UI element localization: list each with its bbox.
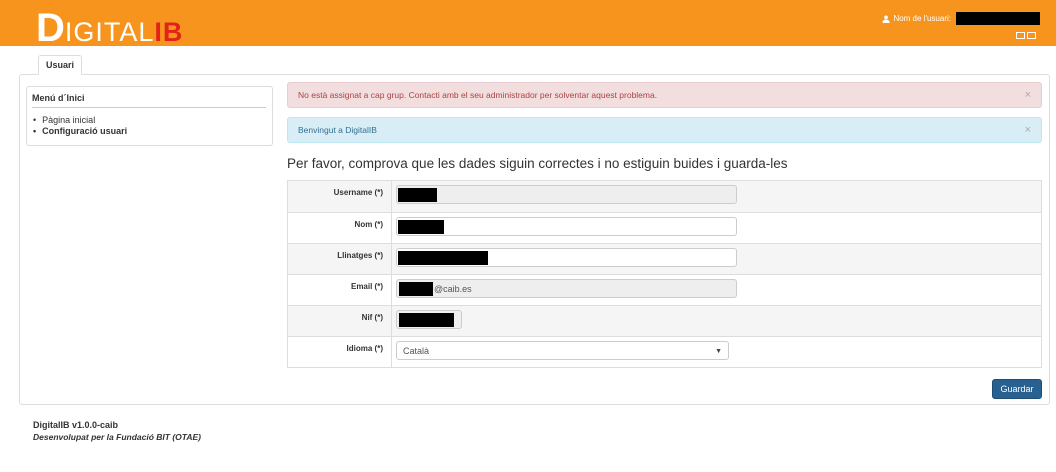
- language-flag-icon[interactable]: [1027, 32, 1036, 39]
- email-label: Email (*): [288, 275, 392, 305]
- form-row-email: Email (*) @caib.es: [288, 274, 1041, 305]
- nif-label: Nif (*): [288, 306, 392, 336]
- llinatges-label: Llinatges (*): [288, 244, 392, 274]
- close-icon[interactable]: ×: [1025, 118, 1031, 142]
- sidebar-title: Menú d´Inici: [32, 93, 266, 108]
- idioma-label: Idioma (*): [288, 337, 392, 367]
- user-menu[interactable]: Nom de l'usuari:: [882, 12, 1040, 25]
- redacted-value: [398, 220, 444, 234]
- page-title: Per favor, comprova que les dades siguin…: [287, 156, 788, 171]
- language-flag-icon[interactable]: [1016, 32, 1025, 39]
- nom-field[interactable]: [396, 217, 737, 236]
- form-row-llinatges: Llinatges (*): [288, 243, 1041, 274]
- form-row-idioma: Idioma (*) Català ▼: [288, 336, 1041, 367]
- footer: DigitalIB v1.0.0-caib Desenvolupat per l…: [33, 419, 201, 443]
- form-row-nom: Nom (*): [288, 212, 1041, 243]
- alert-info-text: Benvingut a DigitalIB: [298, 125, 377, 135]
- user-icon: [882, 15, 891, 23]
- logo-initial: D: [36, 6, 65, 50]
- user-form: Username (*) Nom (*) Llinatges (*) Email…: [287, 180, 1042, 368]
- sidebar-item-configuracio-usuari[interactable]: Configuració usuari: [33, 126, 127, 137]
- save-button[interactable]: Guardar: [992, 379, 1042, 399]
- close-icon[interactable]: ×: [1025, 83, 1031, 107]
- redacted-value: [399, 313, 454, 327]
- user-label: Nom de l'usuari:: [893, 14, 951, 23]
- logo-middle: IGITAL: [64, 17, 155, 47]
- username-label: Username (*): [288, 181, 392, 212]
- footer-version: DigitalIB v1.0.0-caib: [33, 420, 119, 430]
- redacted-username: [956, 12, 1040, 25]
- digitalib-logo[interactable]: D IGITAL IB: [36, 6, 184, 50]
- redacted-value: [399, 282, 433, 296]
- email-domain: @caib.es: [434, 284, 472, 294]
- nif-field: [396, 310, 462, 329]
- form-row-nif: Nif (*): [288, 305, 1041, 336]
- chevron-down-icon: ▼: [715, 348, 722, 355]
- alert-welcome: Benvingut a DigitalIB ×: [287, 117, 1042, 143]
- redacted-value: [398, 188, 437, 202]
- email-field: @caib.es: [396, 279, 737, 298]
- nom-label: Nom (*): [288, 213, 392, 243]
- idioma-select[interactable]: Català ▼: [396, 341, 729, 360]
- alert-no-group: No està assignat a cap grup. Contacti am…: [287, 82, 1042, 108]
- form-row-username: Username (*): [288, 181, 1041, 212]
- tab-usuari[interactable]: Usuari: [38, 55, 82, 75]
- redacted-value: [398, 251, 488, 265]
- llinatges-field[interactable]: [396, 248, 737, 267]
- idioma-selected-value: Català: [403, 346, 430, 356]
- footer-developer: Desenvolupat per la Fundació BIT (OTAE): [33, 432, 201, 442]
- sidebar-item-pagina-inicial[interactable]: Pàgina inicial: [33, 115, 127, 126]
- username-field: [396, 185, 737, 204]
- sidebar-menu: Menú d´Inici Pàgina inicial Configuració…: [26, 86, 273, 146]
- alert-danger-text: No està assignat a cap grup. Contacti am…: [298, 90, 658, 100]
- language-switcher[interactable]: [1016, 32, 1036, 39]
- logo-suffix: IB: [154, 17, 184, 47]
- header-bar: D IGITAL IB Nom de l'usuari:: [0, 0, 1056, 50]
- sidebar-list: Pàgina inicial Configuració usuari: [33, 115, 127, 137]
